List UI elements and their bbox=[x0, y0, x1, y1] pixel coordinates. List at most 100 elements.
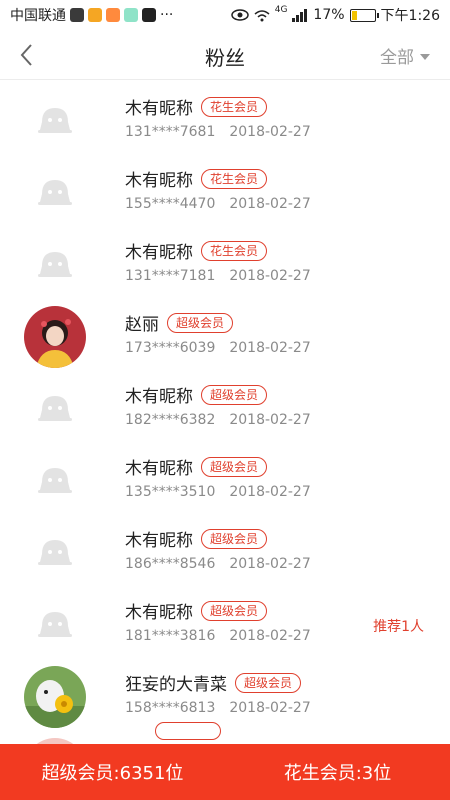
fan-list-item[interactable] bbox=[0, 722, 450, 745]
fan-join-date: 2018-02-27 bbox=[229, 412, 311, 428]
fan-list-item[interactable]: 木有昵称 超级会员 181****3816 2018-02-27 推荐1人 bbox=[0, 584, 450, 656]
fan-name-line: 木有昵称 花生会员 bbox=[125, 94, 268, 119]
fan-phone: 182****6382 bbox=[125, 412, 216, 428]
fan-list-item[interactable]: 木有昵称 花生会员 131****7681 2018-02-27 bbox=[0, 80, 450, 152]
recommend-count[interactable]: 推荐1人 bbox=[373, 616, 424, 636]
fan-phone: 186****8546 bbox=[125, 556, 216, 572]
membership-badge: 超级会员 bbox=[201, 456, 268, 477]
fan-phone: 155****4470 bbox=[125, 196, 216, 212]
chevron-down-icon bbox=[420, 53, 430, 60]
default-avatar-icon bbox=[24, 162, 86, 224]
fan-nickname: 木有昵称 bbox=[125, 387, 193, 407]
fan-list-item[interactable]: 木有昵称 超级会员 182****6382 2018-02-27 bbox=[0, 368, 450, 440]
filter-dropdown[interactable]: 全部 bbox=[380, 43, 430, 68]
fan-nickname: 木有昵称 bbox=[125, 171, 193, 191]
fan-meta: 181****3816 2018-02-27 bbox=[125, 628, 311, 644]
fan-join-date: 2018-02-27 bbox=[229, 268, 311, 284]
fan-phone: 135****3510 bbox=[125, 484, 216, 500]
membership-badge: 超级会员 bbox=[167, 312, 234, 333]
fan-join-date: 2018-02-27 bbox=[229, 628, 311, 644]
fan-list-item[interactable]: 赵丽 超级会员 173****6039 2018-02-27 bbox=[0, 296, 450, 368]
tiktok-icon bbox=[142, 8, 156, 22]
wifi-icon bbox=[254, 9, 270, 21]
default-avatar-icon bbox=[24, 522, 86, 584]
fan-list-item[interactable]: 木有昵称 花生会员 155****4470 2018-02-27 bbox=[0, 152, 450, 224]
default-avatar-icon bbox=[24, 234, 86, 296]
membership-badge: 超级会员 bbox=[201, 384, 268, 405]
battery-icon bbox=[349, 8, 379, 22]
fan-meta: 131****7681 2018-02-27 bbox=[125, 124, 311, 140]
video-app-icon bbox=[106, 8, 120, 22]
fan-name-line: 木有昵称 超级会员 bbox=[125, 454, 268, 479]
status-bar: 中国联通 ··· 4G 17% 下午1:26 bbox=[0, 0, 450, 30]
fan-nickname: 木有昵称 bbox=[125, 531, 193, 551]
default-avatar-icon bbox=[24, 594, 86, 656]
signal-icon bbox=[292, 8, 308, 22]
fan-join-date: 2018-02-27 bbox=[229, 484, 311, 500]
membership-badge: 超级会员 bbox=[201, 600, 268, 621]
fan-name-line: 木有昵称 花生会员 bbox=[125, 238, 268, 263]
default-avatar-icon bbox=[24, 90, 86, 152]
header: 粉丝 全部 bbox=[0, 30, 450, 80]
membership-badge: 花生会员 bbox=[201, 168, 268, 189]
fan-join-date: 2018-02-27 bbox=[229, 196, 311, 212]
fan-meta: 182****6382 2018-02-27 bbox=[125, 412, 311, 428]
network-type: 4G bbox=[274, 5, 288, 15]
fan-name-line: 木有昵称 超级会员 bbox=[125, 598, 268, 623]
fan-nickname: 木有昵称 bbox=[125, 99, 193, 119]
fan-nickname: 赵丽 bbox=[125, 315, 159, 335]
fan-name-line: 赵丽 超级会员 bbox=[125, 310, 234, 335]
iqiyi-icon bbox=[70, 8, 84, 22]
membership-badge: 花生会员 bbox=[201, 240, 268, 261]
fan-meta: 135****3510 2018-02-27 bbox=[125, 484, 311, 500]
fan-phone: 131****7681 bbox=[125, 124, 216, 140]
fan-phone: 181****3816 bbox=[125, 628, 216, 644]
battery-percent: 17% bbox=[313, 7, 345, 23]
footer-summary: 超级会员:6351位 花生会员:3位 bbox=[0, 744, 450, 800]
fan-phone: 131****7181 bbox=[125, 268, 216, 284]
membership-badge: 花生会员 bbox=[201, 96, 268, 117]
fan-phone: 173****6039 bbox=[125, 340, 216, 356]
fan-list-item[interactable]: 木有昵称 超级会员 135****3510 2018-02-27 bbox=[0, 440, 450, 512]
fan-name-line: 木有昵称 花生会员 bbox=[125, 166, 268, 191]
fan-meta: 158****6813 2018-02-27 bbox=[125, 700, 311, 716]
fan-meta: 173****6039 2018-02-27 bbox=[125, 340, 311, 356]
fan-name-line: 木有昵称 超级会员 bbox=[125, 382, 268, 407]
super-member-count[interactable]: 超级会员:6351位 bbox=[0, 759, 225, 785]
fan-meta: 155****4470 2018-02-27 bbox=[125, 196, 311, 212]
membership-badge: 超级会员 bbox=[201, 528, 268, 549]
fan-nickname: 木有昵称 bbox=[125, 603, 193, 623]
fan-list-item[interactable]: 狂妄的大青菜 超级会员 158****6813 2018-02-27 bbox=[0, 656, 450, 728]
weibo-icon bbox=[88, 8, 102, 22]
filter-label: 全部 bbox=[380, 48, 414, 68]
fan-list-item[interactable]: 木有昵称 花生会员 131****7181 2018-02-27 bbox=[0, 224, 450, 296]
status-left: 中国联通 ··· bbox=[10, 5, 173, 25]
default-avatar-icon bbox=[24, 450, 86, 512]
fan-meta: 131****7181 2018-02-27 bbox=[125, 268, 311, 284]
fan-list-item[interactable]: 木有昵称 超级会员 186****8546 2018-02-27 bbox=[0, 512, 450, 584]
membership-badge-partial bbox=[155, 722, 221, 740]
status-right: 4G 17% 下午1:26 bbox=[230, 5, 440, 25]
fan-nickname: 木有昵称 bbox=[125, 243, 193, 263]
fan-join-date: 2018-02-27 bbox=[229, 700, 311, 716]
avatar bbox=[24, 306, 86, 368]
fan-phone: 158****6813 bbox=[125, 700, 216, 716]
fan-list: 木有昵称 花生会员 131****7681 2018-02-27 木有昵称 花生会员 155… bbox=[0, 80, 450, 745]
default-avatar-icon bbox=[24, 378, 86, 440]
eye-icon bbox=[230, 9, 249, 21]
fan-nickname: 木有昵称 bbox=[125, 459, 193, 479]
avatar bbox=[24, 666, 86, 728]
chat-app-icon bbox=[124, 8, 138, 22]
fan-meta: 186****8546 2018-02-27 bbox=[125, 556, 311, 572]
more-notifications-icon: ··· bbox=[160, 7, 174, 23]
clock: 下午1:26 bbox=[380, 8, 440, 24]
fan-join-date: 2018-02-27 bbox=[229, 124, 311, 140]
membership-badge: 超级会员 bbox=[235, 672, 302, 693]
fan-join-date: 2018-02-27 bbox=[229, 556, 311, 572]
carrier-label: 中国联通 bbox=[10, 8, 66, 24]
fan-nickname: 狂妄的大青菜 bbox=[125, 675, 227, 695]
peanut-member-count[interactable]: 花生会员:3位 bbox=[225, 759, 450, 785]
fan-name-line: 狂妄的大青菜 超级会员 bbox=[125, 670, 302, 695]
fan-name-line: 木有昵称 超级会员 bbox=[125, 526, 268, 551]
fan-join-date: 2018-02-27 bbox=[229, 340, 311, 356]
